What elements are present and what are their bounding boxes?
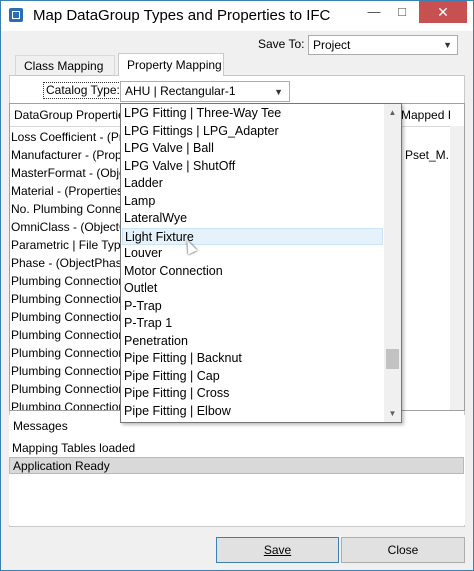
chevron-down-icon: ▼ <box>274 87 283 97</box>
list-item[interactable]: Lamp <box>122 193 383 211</box>
list-item[interactable]: Pipe Fitting | Backnut <box>122 350 383 368</box>
tab-label: Class Mapping <box>24 59 104 73</box>
message-line[interactable]: Mapping Tables loaded <box>9 440 464 457</box>
tab-property-mapping[interactable]: Property Mapping <box>118 53 224 76</box>
save-to-value: Project <box>313 38 351 52</box>
save-to-label: Save To: <box>258 37 305 51</box>
app-icon <box>9 8 23 22</box>
close-button-label: Close <box>387 543 419 557</box>
message-line[interactable]: Application Ready <box>9 457 464 474</box>
window-title: Map DataGroup Types and Properties to IF… <box>33 7 331 24</box>
table-row[interactable]: Plumbing Connection <box>10 363 124 380</box>
save-to-select[interactable]: Project ▼ <box>308 35 458 55</box>
list-item[interactable]: Outlet <box>122 280 383 298</box>
scroll-down-icon[interactable]: ▼ <box>384 405 401 422</box>
catalog-type-dropdown-list[interactable]: LPG Fitting | Three-Way Tee LPG Fittings… <box>120 103 402 423</box>
table-row[interactable]: No. Plumbing Connec <box>10 201 124 218</box>
close-icon[interactable]: ✕ <box>419 1 467 23</box>
table-row[interactable]: Plumbing Connection <box>10 381 124 398</box>
table-row[interactable]: Parametric | File Type <box>10 237 124 254</box>
table-row[interactable]: Material - (Properties/ <box>10 183 124 200</box>
table-row[interactable]: OmniClass - (ObjectCl <box>10 219 124 236</box>
grid-scrollbar[interactable] <box>450 126 464 410</box>
list-item[interactable]: Ladder <box>122 175 383 193</box>
table-row[interactable]: Phase - (ObjectPhasin <box>10 255 124 272</box>
list-item[interactable]: LPG Fitting | Three-Way Tee <box>122 105 383 123</box>
table-row[interactable]: Plumbing Connection <box>10 309 124 326</box>
list-item[interactable]: LPG Fittings | LPG_Adapter <box>122 123 383 141</box>
list-item[interactable]: Pipe Fitting | Elbow <box>122 403 383 421</box>
dialog-window: Map DataGroup Types and Properties to IF… <box>0 0 474 571</box>
catalog-type-label: Catalog Type: <box>43 82 123 99</box>
column-header-mapped[interactable]: Mapped I <box>401 108 451 122</box>
save-button[interactable]: Save <box>216 537 339 563</box>
scrollbar-thumb[interactable] <box>386 349 399 369</box>
title-bar: Map DataGroup Types and Properties to IF… <box>1 1 473 31</box>
save-button-label: Save <box>263 543 292 557</box>
close-button[interactable]: Close <box>341 537 465 563</box>
minimize-icon[interactable]: — <box>361 1 387 23</box>
table-row[interactable]: Plumbing Connection <box>10 291 124 308</box>
table-row[interactable]: Manufacturer - (Prope <box>10 147 124 164</box>
list-item[interactable]: Motor Connection <box>122 263 383 281</box>
list-item[interactable]: P-Trap <box>122 298 383 316</box>
list-item[interactable]: Penetration <box>122 333 383 351</box>
list-item[interactable]: LPG Valve | ShutOff <box>122 158 383 176</box>
dropdown-scrollbar[interactable]: ▲ ▼ <box>384 104 401 422</box>
maximize-icon[interactable]: □ <box>389 1 415 23</box>
scroll-up-icon[interactable]: ▲ <box>384 104 401 121</box>
list-item[interactable]: Pipe Fitting | Cap <box>122 368 383 386</box>
messages-panel: Messages Mapping Tables loaded Applicati… <box>9 415 465 525</box>
list-item[interactable]: Pipe Fitting | Cross <box>122 385 383 403</box>
list-item[interactable]: LPG Valve | Ball <box>122 140 383 158</box>
table-row[interactable]: Loss Coefficient - (Pro <box>10 129 124 146</box>
tab-label: Property Mapping <box>127 58 222 72</box>
table-row[interactable]: Plumbing Connection <box>10 273 124 290</box>
catalog-type-value: AHU | Rectangular-1 <box>125 84 236 98</box>
list-item[interactable]: Louver <box>122 245 383 263</box>
mapped-cell[interactable]: Pset_M... <box>405 147 449 164</box>
list-item[interactable]: LateralWye <box>122 210 383 228</box>
column-header-datagroup[interactable]: DataGroup Propertie <box>14 108 125 122</box>
table-row[interactable]: Plumbing Connection <box>10 345 124 362</box>
table-row[interactable]: Plumbing Connection <box>10 327 124 344</box>
list-item[interactable]: P-Trap 1 <box>122 315 383 333</box>
chevron-down-icon: ▼ <box>443 40 452 50</box>
catalog-type-select[interactable]: AHU | Rectangular-1 ▼ <box>120 81 290 102</box>
messages-header: Messages <box>13 419 68 433</box>
table-row[interactable]: MasterFormat - (Objec <box>10 165 124 182</box>
list-item-hovered[interactable]: Light Fixture <box>122 227 383 245</box>
tab-class-mapping[interactable]: Class Mapping <box>15 55 115 75</box>
table-row[interactable]: Plumbing Connection <box>10 399 124 410</box>
